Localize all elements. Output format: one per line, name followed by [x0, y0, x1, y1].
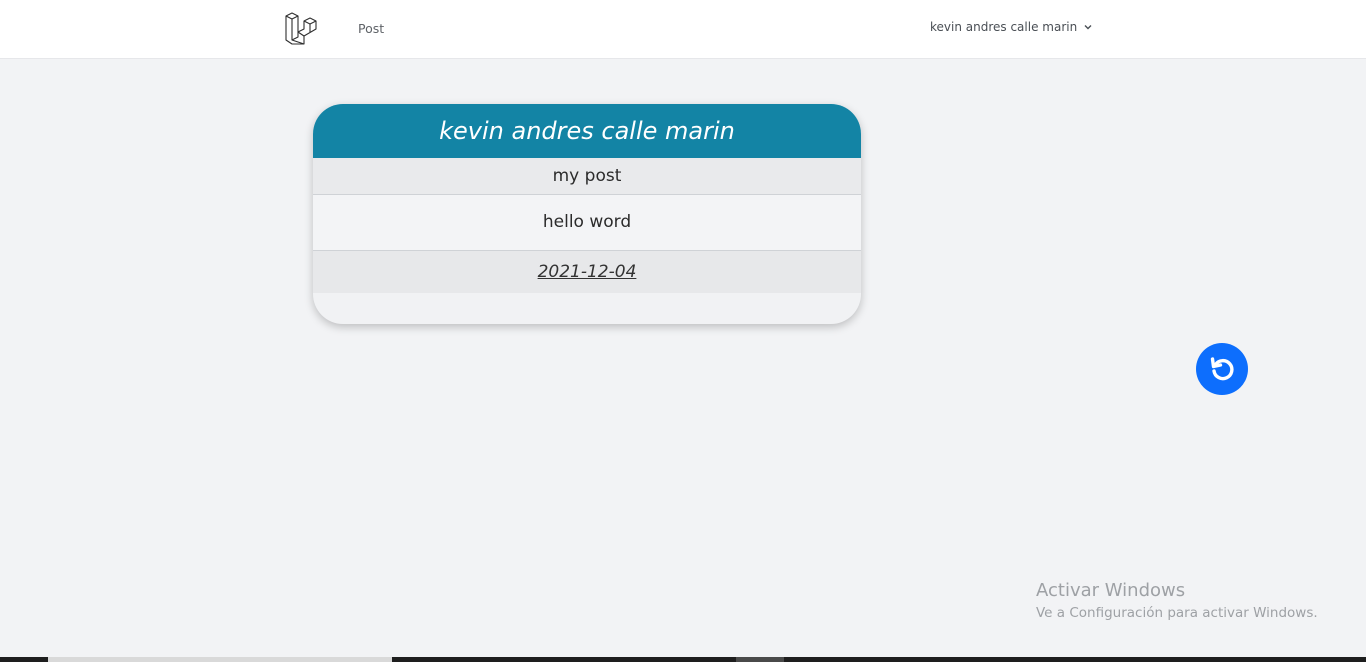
post-card: kevin andres calle marin my post hello w… — [313, 104, 861, 324]
post-date-row: 2021-12-04 — [313, 251, 861, 293]
chevron-down-icon — [1084, 25, 1092, 30]
taskbar-segment — [48, 657, 392, 662]
windows-activation-watermark: Activar Windows Ve a Configuración para … — [1036, 580, 1318, 621]
top-navigation-bar: Post kevin andres calle marin — [0, 0, 1366, 59]
user-menu-name: kevin andres calle marin — [930, 20, 1078, 34]
nav-link-post[interactable]: Post — [358, 21, 384, 36]
taskbar-segment — [736, 657, 784, 662]
post-title: my post — [313, 158, 861, 195]
taskbar-strip — [0, 657, 1366, 662]
laravel-logo-icon[interactable] — [284, 12, 318, 46]
back-button[interactable] — [1196, 343, 1248, 395]
post-date-link[interactable]: 2021-12-04 — [538, 262, 637, 282]
watermark-subtitle: Ve a Configuración para activar Windows. — [1036, 605, 1318, 621]
page: Post kevin andres calle marin kevin andr… — [0, 0, 1366, 662]
watermark-title: Activar Windows — [1036, 580, 1186, 601]
post-body: hello word — [313, 195, 861, 251]
undo-arrow-icon — [1210, 357, 1234, 381]
user-menu-dropdown[interactable]: kevin andres calle marin — [930, 20, 1093, 34]
post-author-header: kevin andres calle marin — [313, 104, 861, 158]
